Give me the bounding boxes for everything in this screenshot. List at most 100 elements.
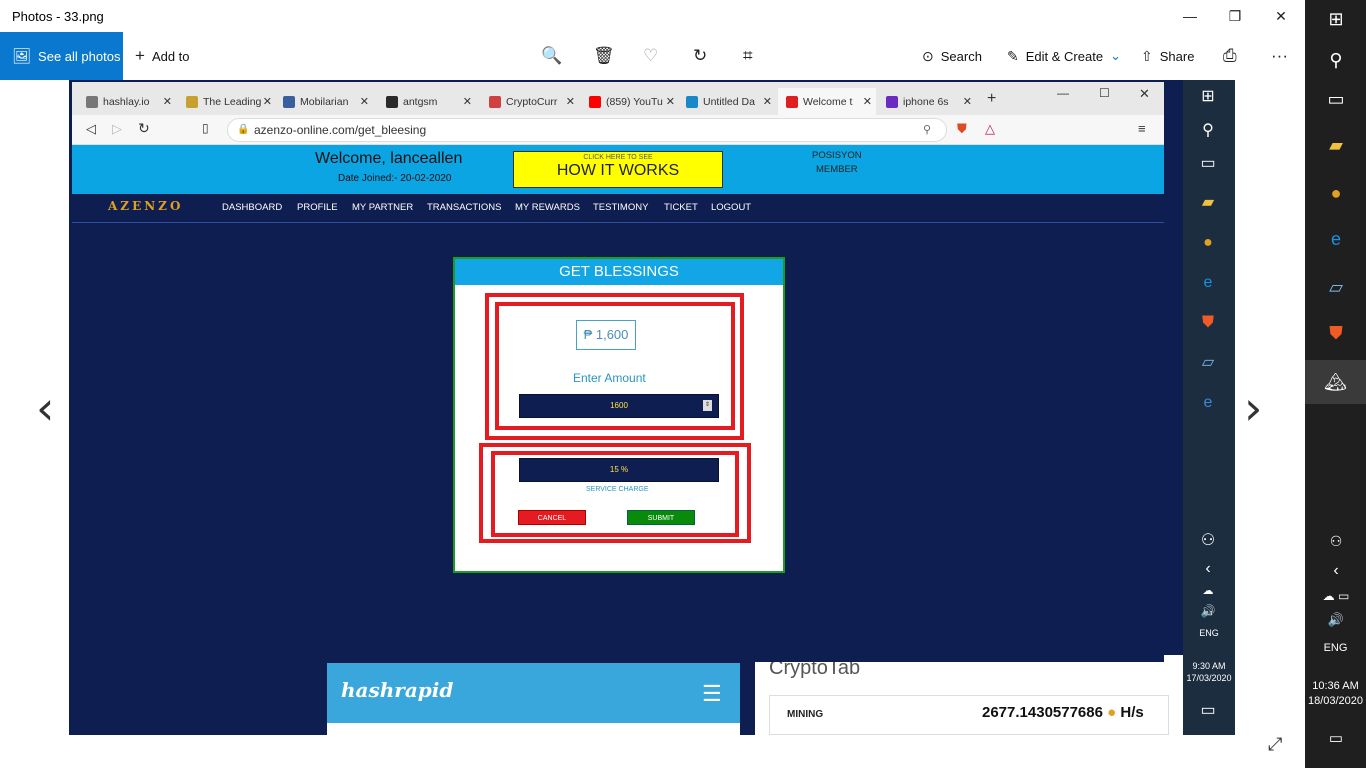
close-icon[interactable]: ✕ [1266, 6, 1296, 26]
photos-icon: 🖼 [12, 48, 32, 65]
browser-tab[interactable]: Mobilarian ✕ [275, 88, 373, 115]
tab-close-icon[interactable]: ✕ [963, 95, 972, 108]
next-arrow-icon[interactable]: › [1244, 385, 1262, 431]
zoom-icon[interactable]: ⚲ [923, 119, 931, 141]
photos-app-icon[interactable]: 🏔 [1305, 360, 1366, 404]
tab-close-icon[interactable]: ✕ [163, 95, 172, 108]
search-button[interactable]: ⊙ Search [922, 32, 982, 80]
reload-icon[interactable]: ↻ [138, 120, 150, 137]
file-explorer-icon[interactable]: ▰ [1321, 130, 1351, 160]
edge-icon[interactable]: e [1321, 224, 1351, 254]
site-nav: AZENZO DASHBOARD PROFILE MY PARTNER TRAN… [72, 194, 1164, 223]
fullscreen-icon[interactable]: ⤢ [1268, 734, 1282, 755]
stepper-icon[interactable]: ⇕ [703, 400, 712, 411]
url-input[interactable]: 🔒 azenzo-online.com/get_bleesing ⚲ [227, 118, 947, 142]
heart-icon[interactable]: ♡ [643, 32, 658, 80]
tab-close-icon[interactable]: ✕ [360, 95, 369, 108]
cancel-button[interactable]: CANCEL [518, 510, 586, 525]
favicon-icon [589, 95, 601, 108]
maximize-icon[interactable]: ❐ [1220, 6, 1250, 26]
minimize-icon[interactable]: — [1175, 6, 1205, 26]
tab-close-icon[interactable]: ✕ [666, 95, 675, 108]
browser-tab[interactable]: Untitled Da ✕ [678, 88, 776, 115]
add-to-label: Add to [151, 48, 190, 64]
how-it-works-button[interactable]: CLICK HERE TO SEE HOW IT WORKS [513, 151, 723, 188]
language-indicator[interactable]: ENG [1305, 642, 1366, 654]
share-button[interactable]: ⇧ Share [1141, 32, 1194, 80]
maximize-icon[interactable]: ☐ [1099, 86, 1110, 100]
close-icon[interactable]: ✕ [1139, 86, 1150, 102]
tab-close-icon[interactable]: ✕ [763, 95, 772, 108]
nav-dashboard[interactable]: DASHBOARD [222, 202, 282, 213]
plus-icon: + [135, 46, 145, 65]
notepad-icon[interactable]: ▱ [1321, 272, 1351, 302]
previous-arrow-icon[interactable]: ‹ [36, 385, 54, 431]
more-icon[interactable]: ··· [1271, 32, 1288, 80]
tab-close-icon[interactable]: ✕ [463, 95, 472, 108]
submit-button[interactable]: SUBMIT [627, 510, 695, 525]
nav-transactions[interactable]: TRANSACTIONS [427, 202, 501, 213]
cryptotab-icon[interactable]: ● [1321, 178, 1351, 208]
tab-label: CryptoCurr [506, 95, 558, 108]
search-icon[interactable]: ⚲ [1321, 45, 1351, 75]
amount-input[interactable]: 1600 ⇕ [519, 394, 719, 418]
language-indicator: ENG [1199, 628, 1219, 638]
back-icon[interactable]: ◁ [86, 121, 96, 137]
file-explorer-icon: ▰ [1201, 194, 1215, 211]
browser-tab[interactable]: The Leading ✕ [178, 88, 276, 115]
nav-my-partner[interactable]: MY PARTNER [352, 202, 413, 213]
share-icon: ⇧ [1141, 47, 1153, 64]
edit-create-button[interactable]: ✎ Edit & Create ⌄ [1007, 32, 1121, 80]
menu-icon[interactable]: ≡ [1138, 121, 1146, 136]
browser-tab[interactable]: hashlay.io ✕ [78, 88, 176, 115]
nav-my-rewards[interactable]: MY REWARDS [515, 202, 580, 213]
clock-time: 10:36 AM [1312, 680, 1359, 692]
rotate-icon[interactable]: ↻ [693, 32, 707, 80]
cryptotab-icon: ● [1203, 234, 1213, 251]
tab-label: Mobilarian [300, 95, 349, 108]
brave-shield-icon[interactable]: ⛊ [957, 121, 967, 137]
add-to-button[interactable]: + Add to [135, 32, 190, 80]
minimize-icon[interactable]: — [1057, 86, 1069, 100]
people-icon[interactable]: ⚇ [1321, 526, 1351, 556]
taskbar: ⊞ ⚲ ▭ ▰ ● e ▱ ⛊ 🏔 ⚇ ‹ ☁ ▭ 🔊 ENG 10:36 AM… [1305, 0, 1366, 768]
share-label: Share [1159, 48, 1195, 64]
zoom-icon[interactable]: 🔍 [541, 32, 562, 80]
browser-window: hashlay.io ✕ The Leading ✕ Mobilarian ✕ antgsm… [72, 82, 1164, 662]
bookmark-icon[interactable]: ▯ [202, 121, 209, 135]
tab-close-icon[interactable]: ✕ [566, 95, 575, 108]
volume-icon[interactable]: 🔊 [1321, 605, 1351, 635]
nav-testimony[interactable]: TESTIMONY [593, 202, 648, 213]
browser-tab[interactable]: CryptoCurr ✕ [481, 88, 579, 115]
notification-icon[interactable]: ▭ [1321, 724, 1351, 754]
clock-time: 9:30 AM [1192, 661, 1226, 671]
welcome-text: Welcome, lanceallen [315, 150, 463, 167]
tab-close-icon[interactable]: ✕ [263, 95, 272, 108]
forward-icon[interactable]: ▷ [112, 121, 122, 137]
brave-icon[interactable]: ⛊ [1321, 318, 1351, 348]
tab-label: The Leading [203, 95, 262, 108]
nav-profile[interactable]: PROFILE [297, 202, 338, 213]
clock[interactable]: 10:36 AM 18/03/2020 [1305, 679, 1366, 709]
tab-label: Untitled Da [703, 95, 755, 108]
browser-tab[interactable]: Welcome t ✕ [778, 88, 876, 115]
task-view-icon[interactable]: ▭ [1321, 84, 1351, 114]
windows-start-icon[interactable]: ⊞ [1321, 4, 1351, 34]
print-icon[interactable]: ⎙ [1223, 32, 1237, 80]
service-charge-label: SERVICE CHARGE [586, 486, 649, 493]
hamburger-icon[interactable]: ☰ [702, 681, 722, 707]
delete-icon[interactable]: 🗑 [593, 32, 615, 80]
enter-amount-label: Enter Amount [573, 371, 646, 385]
see-all-photos-button[interactable]: 🖼 See all photos [0, 32, 123, 80]
new-tab-icon[interactable]: + [987, 90, 996, 108]
crop-icon[interactable]: ⌗ [743, 32, 753, 80]
site-logo[interactable]: AZENZO [108, 199, 183, 213]
favicon-icon [786, 95, 798, 108]
brave-rewards-icon[interactable]: △ [985, 121, 995, 137]
nav-ticket[interactable]: TICKET [664, 202, 698, 213]
browser-tab[interactable]: iphone 6s ✕ [878, 88, 976, 115]
browser-tab[interactable]: (859) YouTu ✕ [581, 88, 679, 115]
browser-tab[interactable]: antgsm ✕ [378, 88, 476, 115]
tab-close-icon[interactable]: ✕ [863, 95, 872, 108]
nav-logout[interactable]: LOGOUT [711, 202, 751, 213]
